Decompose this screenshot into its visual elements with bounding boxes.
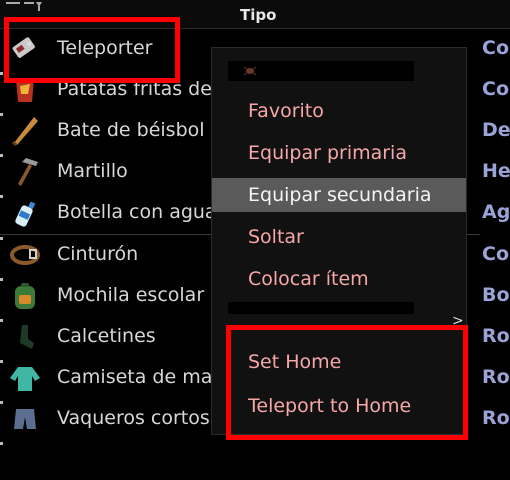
submenu-hint	[228, 302, 414, 314]
row-marker	[0, 237, 3, 240]
item-type: Bo	[482, 284, 510, 306]
row-marker	[0, 72, 3, 75]
denim-shorts-icon	[14, 409, 36, 429]
menu-item-label: Colocar ítem	[248, 268, 369, 290]
item-name: Vaqueros cortos	[57, 407, 210, 429]
row-marker	[0, 154, 3, 157]
annotation-box-home-actions	[226, 325, 468, 440]
backpack-icon	[15, 283, 35, 309]
hammer-icon	[18, 158, 38, 186]
item-name: Mochila escolar	[57, 284, 205, 306]
item-name: Botella con agua	[57, 201, 217, 223]
row-marker	[0, 401, 3, 404]
baseball-bat-icon	[11, 117, 38, 147]
item-name: Bate de béisbol	[57, 119, 205, 141]
menu-item-label: Equipar primaria	[248, 142, 407, 164]
menu-item-label: Favorito	[248, 100, 324, 122]
menu-item-drop[interactable]: Soltar	[212, 220, 466, 254]
menu-item-label: Soltar	[248, 226, 304, 248]
item-thumbnail-icon	[243, 66, 257, 76]
menu-item-equip-secondary[interactable]: Equipar secundaria	[212, 178, 466, 212]
menu-item-label: Equipar secundaria	[248, 184, 432, 206]
item-type: Ro	[482, 407, 510, 429]
annotation-box-teleporter	[4, 17, 180, 83]
context-menu-title	[228, 61, 414, 81]
row-marker	[0, 319, 3, 322]
row-marker	[0, 195, 3, 198]
row-marker	[0, 360, 3, 363]
menu-item-favorite[interactable]: Favorito	[212, 94, 466, 128]
item-type: Ro	[482, 325, 510, 347]
sort-filter-icon[interactable]	[6, 2, 44, 12]
item-name: Martillo	[57, 160, 128, 182]
menu-item-equip-primary[interactable]: Equipar primaria	[212, 136, 466, 170]
item-name: Cinturón	[57, 243, 139, 265]
menu-item-place-item[interactable]: Colocar ítem	[212, 262, 466, 296]
row-marker	[0, 442, 3, 445]
item-type: Ro	[482, 366, 510, 388]
belt-icon	[10, 245, 40, 265]
inventory-row-partial	[0, 439, 510, 480]
row-marker	[0, 113, 3, 116]
item-name: Calcetines	[57, 325, 156, 347]
row-marker	[0, 278, 3, 281]
water-bottle-icon	[15, 201, 36, 227]
item-type: Co	[482, 243, 509, 265]
item-type: He	[482, 160, 510, 182]
item-type: Co	[482, 37, 509, 59]
item-type: Ag	[482, 201, 510, 223]
item-type: De	[482, 119, 510, 141]
socks-icon	[20, 325, 34, 349]
long-sleeve-shirt-icon	[10, 367, 40, 391]
column-header-type[interactable]: Tipo	[240, 6, 276, 24]
item-type: Co	[482, 78, 509, 100]
